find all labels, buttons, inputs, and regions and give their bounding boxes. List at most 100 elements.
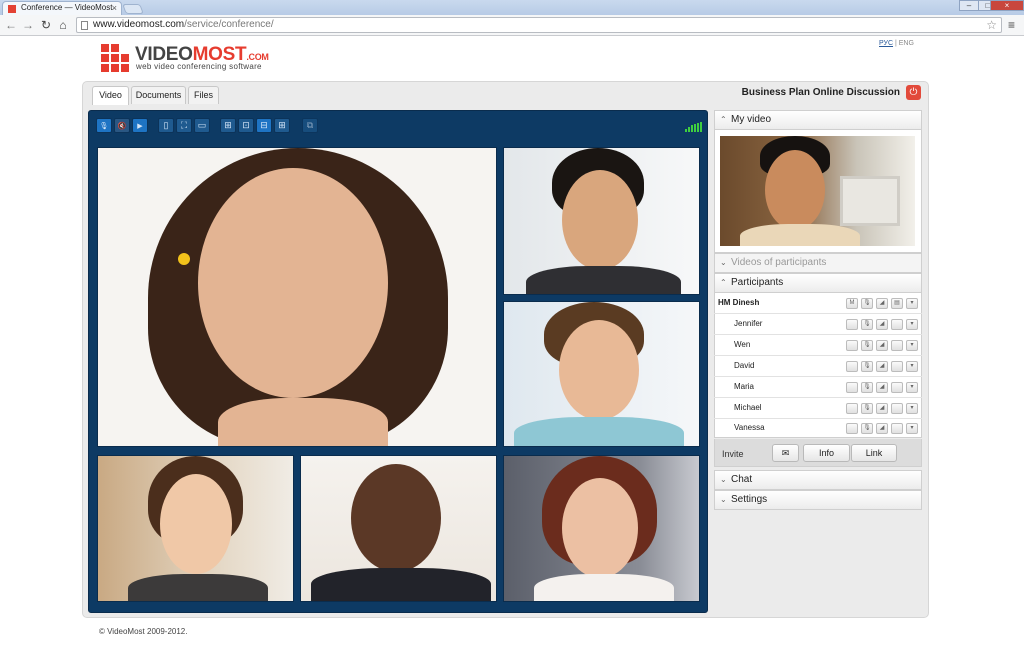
my-video-header[interactable]: ⌃ My video: [714, 110, 922, 130]
volume-icon[interactable]: ◢: [876, 382, 888, 393]
chat-header[interactable]: ⌄ Chat: [714, 470, 922, 490]
screen-icon[interactable]: [891, 423, 903, 434]
exit-conference-button[interactable]: ⏻: [906, 85, 921, 100]
link-button[interactable]: Link: [851, 444, 897, 462]
lang-en-link[interactable]: ENG: [899, 40, 914, 47]
close-window-button[interactable]: ×: [990, 0, 1024, 11]
mic-icon[interactable]: 🎙: [861, 361, 873, 372]
layout-sidebar-button[interactable]: ▯: [158, 118, 174, 133]
participant-name: Wen: [734, 340, 751, 349]
video-icon[interactable]: [846, 423, 858, 434]
participant-row[interactable]: Maria 🎙 ◢ ▾: [714, 377, 922, 398]
video-icon[interactable]: [846, 319, 858, 330]
participant-row[interactable]: HM Dinesh M 🎙 ◢ ▤ ▾: [714, 293, 922, 314]
close-tab-icon[interactable]: ×: [112, 2, 117, 14]
screen-icon[interactable]: [891, 403, 903, 414]
video-tile-main[interactable]: [97, 147, 497, 447]
screen-icon[interactable]: [891, 382, 903, 393]
camera-toggle-button[interactable]: ▶: [132, 118, 148, 133]
browser-tab[interactable]: Conference — VideoMost ×: [2, 1, 122, 15]
video-icon[interactable]: [846, 361, 858, 372]
participant-name: Vanessa: [734, 423, 765, 432]
participants-header[interactable]: ⌃ Participants: [714, 273, 922, 293]
tab-files[interactable]: Files: [188, 86, 219, 104]
volume-icon[interactable]: ◢: [876, 361, 888, 372]
participant-menu-button[interactable]: ▾: [906, 298, 918, 309]
back-icon[interactable]: ←: [4, 18, 18, 32]
video-tile-participant[interactable]: [503, 147, 700, 295]
browser-tabstrip: Conference — VideoMost × – □ ×: [0, 0, 1024, 15]
volume-icon[interactable]: ◢: [876, 340, 888, 351]
video-tile-participant[interactable]: [503, 301, 700, 447]
home-icon[interactable]: ⌂: [56, 18, 70, 32]
settings-label: Settings: [731, 494, 768, 505]
bookmark-star-icon[interactable]: ☆: [986, 18, 997, 32]
participants-videos-header[interactable]: ⌄ Videos of participants: [714, 253, 922, 273]
participant-row[interactable]: Jennifer 🎙 ◢ ▾: [714, 314, 922, 335]
participant-menu-button[interactable]: ▾: [906, 382, 918, 393]
participant-row[interactable]: Wen 🎙 ◢ ▾: [714, 335, 922, 356]
detach-video-button[interactable]: ⧉: [302, 118, 318, 133]
fullscreen-button[interactable]: ⛶: [176, 118, 192, 133]
browser-toolbar: ← → ↻ ⌂ www.videomost.com/service/confer…: [0, 15, 1024, 36]
reload-icon[interactable]: ↻: [39, 18, 53, 32]
participant-menu-button[interactable]: ▾: [906, 423, 918, 434]
my-video-label: My video: [731, 114, 772, 125]
layout-grid-4-button[interactable]: ⊟: [256, 118, 272, 133]
participant-row[interactable]: Vanessa 🎙 ◢ ▾: [714, 418, 922, 439]
mic-icon[interactable]: 🎙: [861, 403, 873, 414]
mic-icon[interactable]: 🎙: [861, 340, 873, 351]
volume-icon[interactable]: ◢: [876, 403, 888, 414]
participant-menu-button[interactable]: ▾: [906, 403, 918, 414]
volume-icon[interactable]: ◢: [876, 319, 888, 330]
signal-strength-icon: [685, 122, 703, 132]
speaker-toggle-button[interactable]: 🔇: [114, 118, 130, 133]
video-tile-participant[interactable]: [503, 455, 700, 602]
invite-email-button[interactable]: ✉: [772, 444, 799, 462]
participant-menu-button[interactable]: ▾: [906, 340, 918, 351]
forward-icon[interactable]: →: [21, 18, 35, 32]
layout-single-button[interactable]: ⊡: [238, 118, 254, 133]
participant-name: Michael: [734, 403, 762, 412]
mic-icon: 🎙: [99, 123, 109, 130]
mic-toggle-button[interactable]: 🎙: [96, 118, 112, 133]
layout-grid-2-button[interactable]: ⊞: [220, 118, 236, 133]
tab-video[interactable]: Video: [92, 86, 129, 105]
new-tab-button[interactable]: [122, 4, 144, 14]
info-button[interactable]: Info: [803, 444, 850, 462]
mic-icon[interactable]: 🎙: [861, 319, 873, 330]
participant-menu-button[interactable]: ▾: [906, 361, 918, 372]
participant-row[interactable]: David 🎙 ◢ ▾: [714, 356, 922, 377]
address-bar[interactable]: www.videomost.com/service/conference/ ☆: [76, 17, 1002, 33]
chevron-up-icon: ⌃: [720, 115, 727, 124]
participant-name: Maria: [734, 382, 755, 391]
video-tile-participant[interactable]: [300, 455, 497, 602]
footer-copyright: © VideoMost 2009-2012.: [99, 627, 188, 636]
participant-menu-button[interactable]: ▾: [906, 319, 918, 330]
browser-menu-icon[interactable]: ≡: [1008, 18, 1015, 32]
volume-icon[interactable]: ◢: [876, 298, 888, 309]
mic-icon[interactable]: 🎙: [861, 298, 873, 309]
tab-documents[interactable]: Documents: [131, 86, 186, 104]
layout-grid-9-button[interactable]: ⊞: [274, 118, 290, 133]
video-tile-participant[interactable]: [97, 455, 294, 602]
chevron-down-icon: ⌄: [720, 475, 727, 484]
screen-icon[interactable]: [891, 319, 903, 330]
layout-wide-button[interactable]: ▭: [194, 118, 210, 133]
video-icon[interactable]: [846, 382, 858, 393]
video-icon[interactable]: [846, 340, 858, 351]
my-video-feed[interactable]: [720, 136, 915, 246]
lang-ru-link[interactable]: РУС: [879, 40, 893, 47]
screen-icon[interactable]: [891, 361, 903, 372]
mic-icon[interactable]: 🎙: [861, 382, 873, 393]
mail-icon: ✉: [781, 448, 790, 458]
minimize-button[interactable]: –: [959, 0, 979, 11]
participant-row[interactable]: Michael 🎙 ◢ ▾: [714, 398, 922, 419]
volume-icon[interactable]: ◢: [876, 423, 888, 434]
settings-header[interactable]: ⌄ Settings: [714, 490, 922, 510]
videomost-logo[interactable]: VIDEOMOST.COM web video conferencing sof…: [101, 43, 301, 73]
screen-icon[interactable]: [891, 340, 903, 351]
video-icon[interactable]: [846, 403, 858, 414]
screen-icon[interactable]: ▤: [891, 298, 903, 309]
mic-icon[interactable]: 🎙: [861, 423, 873, 434]
